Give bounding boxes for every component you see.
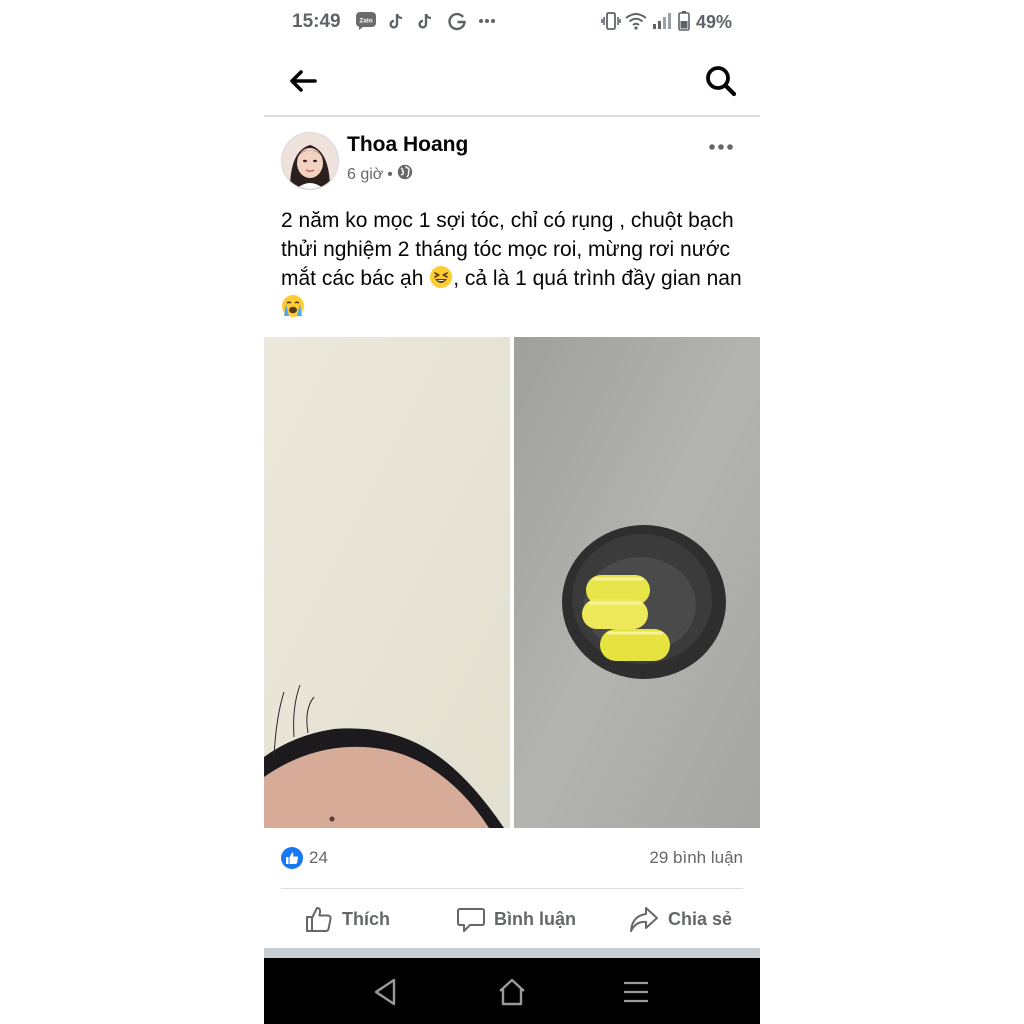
action-divider	[281, 888, 743, 889]
system-navigation-bar	[264, 958, 760, 1024]
share-label: Chia sẻ	[668, 908, 733, 929]
share-button[interactable]: Chia sẻ	[628, 904, 732, 934]
top-navigation-bar	[264, 44, 760, 117]
thumbs-up-icon	[304, 904, 334, 934]
post-actions: Thích Bình luận Chia sẻ	[264, 890, 760, 948]
laughing-emoji-icon	[429, 265, 453, 289]
like-label: Thích	[342, 908, 390, 929]
comment-label: Bình luận	[494, 908, 576, 929]
status-time: 15:49	[292, 11, 341, 32]
back-triangle-icon[interactable]	[370, 976, 402, 1008]
home-icon[interactable]	[496, 976, 528, 1008]
vibrate-icon	[600, 10, 622, 32]
phone-screen: 15:49 Zalo 49% Thoa Hoang 6 giờ • 2 năm …	[264, 0, 760, 1024]
feed-separator	[264, 948, 760, 958]
like-button[interactable]: Thích	[304, 904, 390, 934]
tiktok-icon	[386, 10, 406, 32]
photo-forehead-hairline[interactable]	[264, 337, 510, 828]
signal-icon	[650, 10, 674, 32]
post-meta: 6 giờ •	[347, 164, 413, 185]
globe-icon	[397, 164, 413, 185]
share-arrow-icon	[628, 904, 660, 934]
battery-percent: 49%	[696, 12, 733, 32]
reaction-summary[interactable]: 24	[281, 846, 328, 870]
svg-text:Zalo: Zalo	[359, 18, 372, 25]
zalo-icon: Zalo	[354, 10, 378, 32]
google-icon	[446, 10, 468, 32]
post-text-part-2: , cả là 1 quá trình đầy gian nan	[453, 267, 742, 290]
post-author-name[interactable]: Thoa Hoang	[347, 133, 468, 157]
author-avatar[interactable]	[281, 132, 339, 190]
search-icon[interactable]	[702, 62, 740, 100]
reaction-count: 24	[309, 848, 328, 867]
crying-emoji-icon	[281, 294, 305, 318]
meta-separator: •	[387, 165, 393, 183]
post-time[interactable]: 6 giờ	[347, 166, 383, 184]
more-horizontal-icon[interactable]	[708, 130, 734, 158]
more-icon	[476, 10, 498, 32]
photo-yellow-pills-in-cap[interactable]	[514, 337, 760, 828]
comment-bubble-icon	[456, 904, 486, 934]
like-reaction-icon	[281, 847, 303, 869]
back-arrow-icon[interactable]	[286, 64, 320, 98]
wifi-icon	[624, 10, 648, 32]
comment-button[interactable]: Bình luận	[456, 904, 576, 934]
battery-icon	[676, 10, 692, 32]
menu-lines-icon[interactable]	[620, 976, 652, 1008]
post-text: 2 năm ko mọc 1 sợi tóc, chỉ có rụng , ch…	[281, 206, 743, 322]
comment-count[interactable]: 29 bình luận	[649, 848, 743, 868]
tiktok-icon	[415, 10, 435, 32]
status-bar: 15:49 Zalo 49%	[264, 0, 760, 44]
